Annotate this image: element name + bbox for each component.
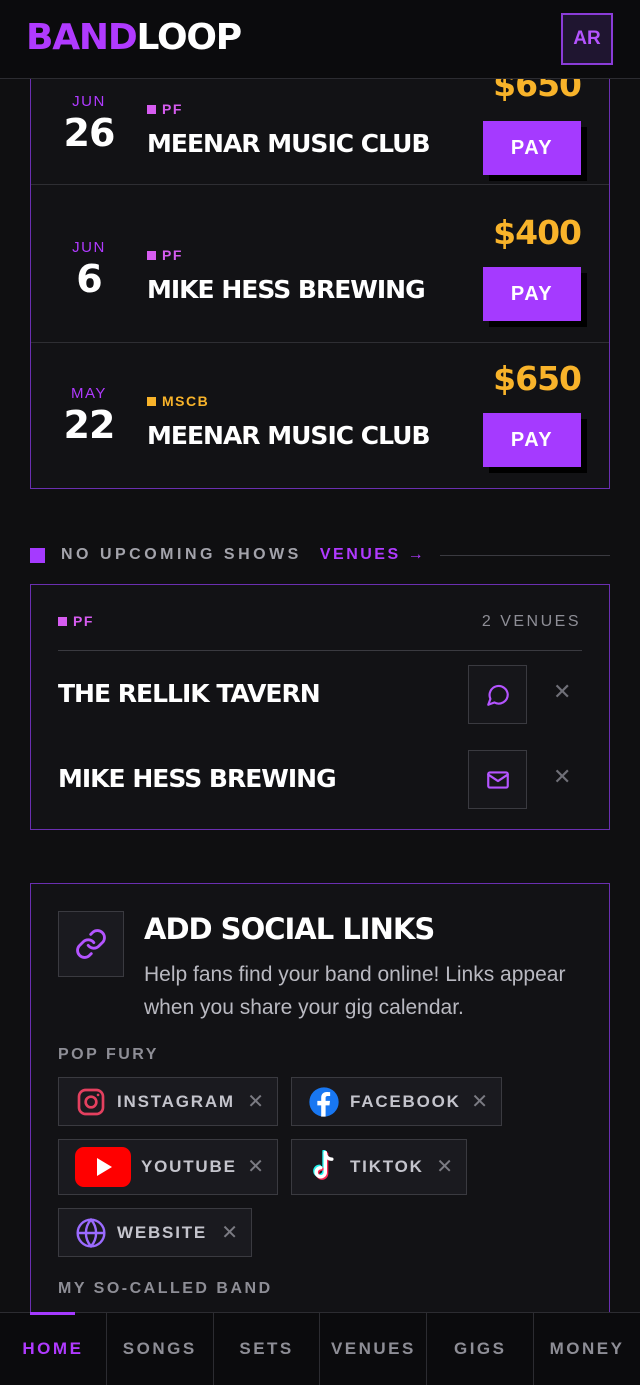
globe-icon xyxy=(76,1217,106,1248)
venues-band-tag: PF xyxy=(58,613,94,629)
youtube-link-chip[interactable]: YOUTUBE ✕ xyxy=(58,1139,278,1195)
nav-money[interactable]: MONEY xyxy=(534,1313,640,1385)
nav-songs-label: SONGS xyxy=(122,1339,197,1358)
past-gigs-list: JUN 26 PF MEENAR MUSIC CLUB $650 PAY JUN… xyxy=(30,40,610,489)
tiktok-label: TIKTOK xyxy=(350,1157,424,1176)
tag-square-icon xyxy=(147,250,156,260)
pay-button[interactable]: PAY xyxy=(483,121,581,175)
gig-day: 6 xyxy=(76,257,102,301)
facebook-icon xyxy=(309,1086,339,1117)
gig-venue: MEENAR MUSIC CLUB xyxy=(147,129,431,158)
gig-venue: MEENAR MUSIC CLUB xyxy=(147,421,431,450)
link-icon xyxy=(76,929,106,959)
venue-name: THE RELLIK TAVERN xyxy=(58,679,321,708)
remove-venue-button[interactable]: ✕ xyxy=(553,679,571,705)
gig-month: JUN xyxy=(72,93,106,110)
avatar[interactable]: AR xyxy=(561,13,613,65)
gig-venue: MIKE HESS BREWING xyxy=(147,275,426,304)
pay-button[interactable]: PAY xyxy=(483,413,581,467)
facebook-label: FACEBOOK xyxy=(350,1091,461,1111)
nav-home-label: HOME xyxy=(22,1339,84,1358)
instagram-link-chip[interactable]: INSTAGRAM ✕ xyxy=(58,1077,278,1126)
section-divider xyxy=(440,554,610,556)
nav-venues[interactable]: VENUES xyxy=(320,1313,428,1385)
gig-amount: $400 xyxy=(493,213,582,252)
venue-count: 2 VENUES xyxy=(481,613,581,630)
nav-sets[interactable]: SETS xyxy=(214,1313,321,1385)
section-title: NO UPCOMING SHOWS xyxy=(61,546,302,563)
logo-part-loop: LOOP xyxy=(136,17,243,58)
venue-row: THE RELLIK TAVERN ✕ xyxy=(58,665,582,725)
gig-band-tag: MSCB xyxy=(147,393,209,409)
gig-day: 26 xyxy=(63,111,116,155)
nav-songs[interactable]: SONGS xyxy=(107,1313,214,1385)
nav-home[interactable]: HOME xyxy=(0,1312,107,1385)
divider xyxy=(58,650,582,651)
gig-band-tag: PF xyxy=(147,101,183,117)
website-label: WEBSITE xyxy=(117,1222,208,1242)
tag-square-icon xyxy=(147,396,156,406)
nav-gigs[interactable]: GIGS xyxy=(427,1313,535,1385)
remove-instagram-button[interactable]: ✕ xyxy=(247,1089,264,1114)
social-title: ADD SOCIAL LINKS xyxy=(144,912,435,946)
tag-square-icon xyxy=(58,616,67,626)
logo-part-band: BAND xyxy=(26,17,138,58)
instagram-label: INSTAGRAM xyxy=(117,1091,235,1111)
youtube-icon xyxy=(75,1147,131,1187)
nav-gigs-label: GIGS xyxy=(453,1339,507,1358)
gig-day: 22 xyxy=(63,403,116,447)
tiktok-icon xyxy=(313,1150,334,1180)
message-venue-button[interactable] xyxy=(468,665,527,724)
gig-row[interactable]: MAY 22 MSCB MEENAR MUSIC CLUB $650 PAY xyxy=(31,343,609,488)
band-name: POP FURY xyxy=(58,1046,159,1063)
remove-venue-button[interactable]: ✕ xyxy=(553,764,571,790)
nav-money-label: MONEY xyxy=(549,1339,625,1358)
section-square-icon xyxy=(30,547,45,563)
band-name: MY SO-CALLED BAND xyxy=(58,1280,273,1297)
venue-row: MIKE HESS BREWING ✕ xyxy=(58,750,582,810)
active-indicator xyxy=(30,1312,75,1315)
no-upcoming-shows-header: NO UPCOMING SHOWS VENUES → xyxy=(30,543,610,567)
tag-square-icon xyxy=(147,104,156,114)
gig-row[interactable]: JUN 6 PF MIKE HESS BREWING $400 PAY xyxy=(31,197,609,343)
email-venue-button[interactable] xyxy=(468,750,527,809)
gig-band-tag-label: PF xyxy=(162,101,183,117)
gig-band-tag: PF xyxy=(147,247,183,263)
social-description: Help fans find your band online! Links a… xyxy=(144,963,566,1019)
youtube-label: YOUTUBE xyxy=(141,1157,237,1176)
facebook-link-chip[interactable]: FACEBOOK ✕ xyxy=(291,1077,502,1126)
gig-band-tag-label: MSCB xyxy=(162,393,210,409)
gig-month: MAY xyxy=(71,385,107,402)
social-links-card: ADD SOCIAL LINKS Help fans find your ban… xyxy=(30,883,610,1343)
mail-icon xyxy=(486,770,509,789)
venues-link[interactable]: VENUES → xyxy=(320,546,426,564)
website-link-chip[interactable]: WEBSITE ✕ xyxy=(58,1208,252,1257)
gig-amount: $650 xyxy=(493,359,582,398)
link-icon-tile xyxy=(58,911,124,977)
chat-bubble-icon xyxy=(486,684,509,706)
pay-button[interactable]: PAY xyxy=(483,267,581,321)
remove-website-button[interactable]: ✕ xyxy=(221,1220,238,1245)
bottom-nav: HOME SONGS SETS VENUES GIGS MONEY xyxy=(0,1312,640,1385)
tiktok-link-chip[interactable]: TIKTOK ✕ xyxy=(291,1139,467,1195)
gig-band-tag-label: PF xyxy=(162,247,183,263)
nav-venues-label: VENUES xyxy=(330,1339,416,1358)
top-bar: BANDLOOP AR xyxy=(0,0,640,79)
remove-youtube-button[interactable]: ✕ xyxy=(247,1154,264,1179)
venues-band-tag-label: PF xyxy=(73,613,94,629)
remove-tiktok-button[interactable]: ✕ xyxy=(436,1154,453,1179)
remove-facebook-button[interactable]: ✕ xyxy=(471,1089,488,1114)
nav-sets-label: SETS xyxy=(239,1339,294,1358)
venue-name: MIKE HESS BREWING xyxy=(58,764,337,793)
gig-month: JUN xyxy=(72,239,106,256)
app-logo[interactable]: BANDLOOP xyxy=(26,16,243,60)
venues-card: PF 2 VENUES THE RELLIK TAVERN ✕ MIKE HES… xyxy=(30,584,610,830)
instagram-icon xyxy=(77,1088,105,1115)
